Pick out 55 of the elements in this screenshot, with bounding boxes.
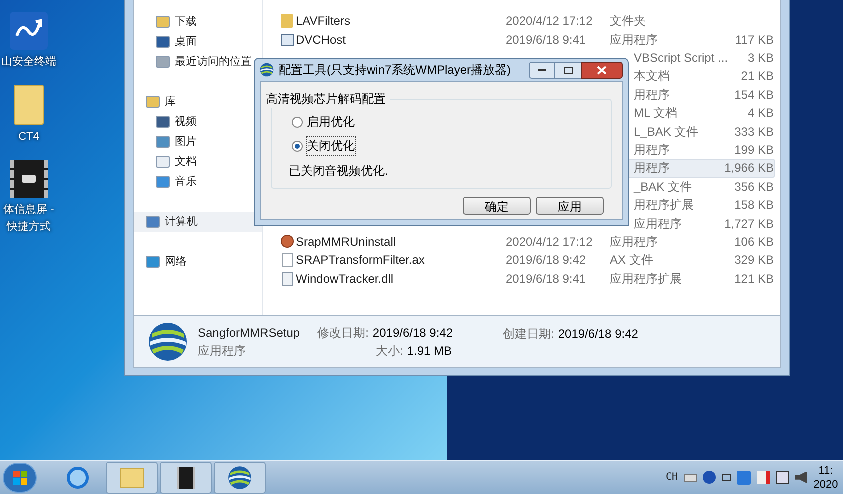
- file-row[interactable]: LAVFilters 2020/4/12 17:12 文件夹: [277, 12, 775, 30]
- size-label: 大小:: [376, 342, 404, 360]
- sphere-logo-icon: [228, 466, 252, 490]
- close-button[interactable]: [581, 62, 623, 78]
- radio-option[interactable]: 关闭优化: [292, 138, 611, 154]
- desktop-icon-label[interactable]: 快捷方式: [7, 219, 51, 235]
- desktop-icon-label[interactable]: 山安全终端: [2, 54, 56, 71]
- folder-icon: [14, 85, 44, 125]
- taskbar-app[interactable]: [160, 462, 212, 494]
- modified-date: 2019/6/18 9:42: [372, 324, 453, 342]
- dialog-title: 配置工具(只支持win7系统WMPlayer播放器): [279, 62, 512, 79]
- nav-item[interactable]: 网络: [134, 252, 262, 272]
- globe-icon: [260, 63, 274, 77]
- created-date: 2019/6/18 9:42: [558, 326, 638, 343]
- file-name: SangforMMRSetup: [198, 324, 302, 342]
- file-row[interactable]: SRAPTransformFilter.ax 2019/6/18 9:42 AX 文件 329 KB: [277, 251, 775, 270]
- group-title: 高清视频芯片解码配置: [266, 90, 390, 108]
- taskbar-app[interactable]: [214, 462, 266, 494]
- nav-item[interactable]: 计算机: [134, 212, 262, 232]
- file-row[interactable]: WindowTracker.dll 2019/6/18 9:41 应用程序扩展 121 KB: [277, 269, 775, 288]
- radio-button[interactable]: [292, 140, 303, 152]
- created-label: 创建日期:: [503, 326, 554, 343]
- file-row[interactable]: DVCHost 2019/6/18 9:41 应用程序 117 KB: [277, 30, 775, 49]
- sphere-logo-icon: [148, 322, 188, 362]
- radio-button[interactable]: [292, 116, 303, 128]
- clock[interactable]: 11: 2020: [813, 464, 839, 492]
- size-value: 1.91 MB: [407, 342, 452, 360]
- folder-icon: [281, 14, 293, 28]
- radio-option[interactable]: 启用优化: [292, 114, 611, 130]
- window-app-icon: [280, 34, 294, 46]
- start-button[interactable]: [3, 462, 37, 492]
- speaker-icon[interactable]: [795, 472, 807, 484]
- file-row[interactable]: SrapMMRUninstall 2020/4/12 17:12 应用程序 106 KB: [277, 232, 775, 252]
- modified-label: 修改日期:: [318, 324, 369, 342]
- file-type: 应用程序: [198, 342, 247, 360]
- dialog-button[interactable]: 确定: [463, 197, 531, 215]
- nav-item[interactable]: 桌面: [134, 32, 262, 52]
- window-icon[interactable]: [722, 474, 731, 481]
- desktop-icon-label[interactable]: 体信息屏 -: [4, 202, 54, 219]
- status-text: 已关闭音视频优化.: [289, 163, 390, 180]
- nav-item[interactable]: 下载: [134, 12, 262, 32]
- desktop-icon-label[interactable]: CT4: [18, 129, 40, 146]
- maximize-button[interactable]: [555, 62, 581, 78]
- shield-arrow-app-icon: [10, 12, 48, 50]
- folder-icon: [120, 468, 144, 488]
- keyboard-icon[interactable]: [684, 474, 697, 482]
- file-icon: [282, 253, 292, 268]
- dialog-button[interactable]: 应用: [536, 197, 604, 215]
- minimize-button[interactable]: [529, 62, 555, 78]
- dll-file-icon: [282, 272, 292, 286]
- close-icon: [597, 66, 607, 74]
- restore-icon: [564, 66, 572, 74]
- language-indicator[interactable]: CH: [666, 470, 678, 485]
- minimize-icon: [538, 69, 546, 71]
- windows-logo-icon: [13, 470, 27, 484]
